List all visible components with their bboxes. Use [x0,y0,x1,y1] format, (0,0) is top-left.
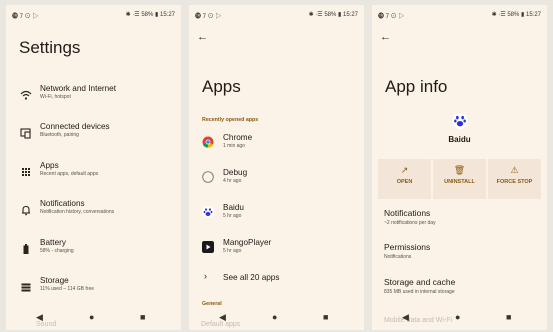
settings-item-sub: Bluetooth, pairing [40,132,79,138]
info-row-title: Storage and cache [384,277,456,287]
uninstall-label: UNINSTALL [444,179,475,185]
nav-recents-icon[interactable]: ■ [323,312,328,322]
page-title: App info [385,77,448,96]
battery-icon [23,244,29,254]
apps-screen: ⓳ 7 ⊙ ▷ ✱ ·☰ 58% ▮ 15:27 ← Apps Recently… [189,5,364,330]
chrome-icon [202,136,214,148]
settings-item-apps[interactable]: Apps Recent apps, default apps [6,160,181,188]
info-row-title: Permissions [384,242,431,252]
navigation-bar: ◀ ● ■ [372,308,547,330]
nav-home-icon[interactable]: ● [455,312,460,322]
app-name: Baidu [448,135,471,144]
baidu-paw-icon [452,113,468,129]
app-time: 4 hr ago [223,178,242,184]
app-time: 1 min ago [223,143,245,149]
devices-icon [20,128,31,139]
app-actions: ↗ OPEN 🗑 UNINSTALL ⚠ FORCE STOP [378,159,541,199]
status-right: ✱ ·☰ 58% ▮ 15:27 [491,12,541,18]
debug-app-icon [202,171,214,183]
force-stop-label: FORCE STOP [496,179,533,185]
app-name: Baidu [223,203,244,212]
info-row-sub: ~2 notifications per day [384,220,436,226]
status-right: ✱ ·☰ 58% ▮ 15:27 [308,12,358,18]
navigation-bar: ◀ ● ■ [6,308,181,330]
app-item-baidu[interactable]: Baidu 5 hr ago [189,202,364,228]
back-arrow-icon[interactable]: ← [197,31,208,43]
settings-item-sub: 11% used – 114 GB free [40,286,95,292]
nav-recents-icon[interactable]: ■ [506,312,511,322]
section-header-recent: Recently opened apps [202,117,259,123]
settings-item-battery[interactable]: Battery 58% - charging [6,237,181,265]
nav-back-icon[interactable]: ◀ [36,312,43,323]
status-left: ⓳ 7 ⊙ ▷ [378,14,405,20]
force-stop-button[interactable]: ⚠ FORCE STOP [488,159,541,199]
status-bar: ⓳ 7 ⊙ ▷ ✱ ·☰ 58% ▮ 15:27 [378,11,541,21]
wifi-icon [20,90,32,100]
settings-item-label: Battery [40,238,66,247]
app-item-chrome[interactable]: Chrome 1 min ago [189,132,364,158]
settings-item-label: Connected devices [40,122,110,131]
see-all-apps-link[interactable]: › See all 20 apps [189,270,364,296]
open-button[interactable]: ↗ OPEN [378,159,431,199]
see-all-label: See all 20 apps [223,273,280,282]
info-row-title: Notifications [384,208,431,218]
trash-icon: 🗑 [453,165,466,175]
settings-item-sub: Notification history, conversations [40,209,115,215]
app-item-debug[interactable]: Debug 4 hr ago [189,167,364,193]
status-bar: ⓳ 7 ⊙ ▷ ✱ ·☰ 58% ▮ 15:27 [195,11,358,21]
settings-item-sub: Wi-Fi, hotspot [40,94,71,100]
storage-icon [21,283,31,292]
page-title: Apps [202,77,241,96]
settings-item-sub: 58% - charging [40,248,74,254]
open-external-icon: ↗ [400,165,409,175]
info-row-storage[interactable]: Storage and cache 835 MB used in interna… [384,277,455,295]
nav-back-icon[interactable]: ◀ [402,312,409,323]
nav-recents-icon[interactable]: ■ [140,312,145,322]
info-row-permissions[interactable]: Permissions Notifications [384,242,430,260]
baidu-paw-icon [202,206,214,218]
section-header-general: General [202,301,222,307]
bell-icon [22,205,30,216]
app-info-screen: ⓳ 7 ⊙ ▷ ✱ ·☰ 58% ▮ 15:27 ← App info Baid… [372,5,547,330]
settings-item-notifications[interactable]: Notifications Notification history, conv… [6,198,181,226]
open-label: OPEN [396,179,413,185]
nav-home-icon[interactable]: ● [89,312,94,322]
chevron-right-icon: › [204,271,207,281]
settings-item-label: Network and Internet [40,84,117,93]
nav-back-icon[interactable]: ◀ [219,312,226,323]
info-row-sub: 835 MB used in internal storage [384,289,455,295]
apps-grid-icon [22,168,30,176]
settings-screen: ⓳ 7 ⊙ ▷ ✱ ·☰ 58% ▮ 15:27 Settings Networ… [6,5,181,330]
info-row-sub: Notifications [384,254,412,260]
uninstall-button[interactable]: 🗑 UNINSTALL [433,159,486,199]
settings-item-label: Apps [40,161,59,170]
settings-item-network[interactable]: Network and Internet Wi-Fi, hotspot [6,83,181,111]
settings-item-storage[interactable]: Storage 11% used – 114 GB free [6,275,181,303]
app-time: 5 hr ago [223,248,242,254]
settings-item-connected-devices[interactable]: Connected devices Bluetooth, pairing [6,121,181,149]
status-bar: ⓳ 7 ⊙ ▷ ✱ ·☰ 58% ▮ 15:27 [12,11,175,21]
settings-item-label: Notifications [40,199,85,208]
mangoplayer-icon [202,241,214,253]
app-name: MangoPlayer [223,238,272,247]
settings-item-label: Storage [40,276,69,285]
settings-item-sub: Recent apps, default apps [40,171,99,177]
app-name: Chrome [223,133,253,142]
page-title: Settings [19,38,81,57]
app-time: 5 hr ago [223,213,242,219]
warning-icon: ⚠ [510,165,519,175]
app-item-mangoplayer[interactable]: MangoPlayer 5 hr ago [189,237,364,263]
status-left: ⓳ 7 ⊙ ▷ [12,14,39,20]
nav-home-icon[interactable]: ● [272,312,277,322]
status-right: ✱ ·☰ 58% ▮ 15:27 [125,12,175,18]
navigation-bar: ◀ ● ■ [189,308,364,330]
info-row-notifications[interactable]: Notifications ~2 notifications per day [384,208,436,226]
status-left: ⓳ 7 ⊙ ▷ [195,14,222,20]
back-arrow-icon[interactable]: ← [380,31,391,43]
app-name: Debug [223,168,248,177]
